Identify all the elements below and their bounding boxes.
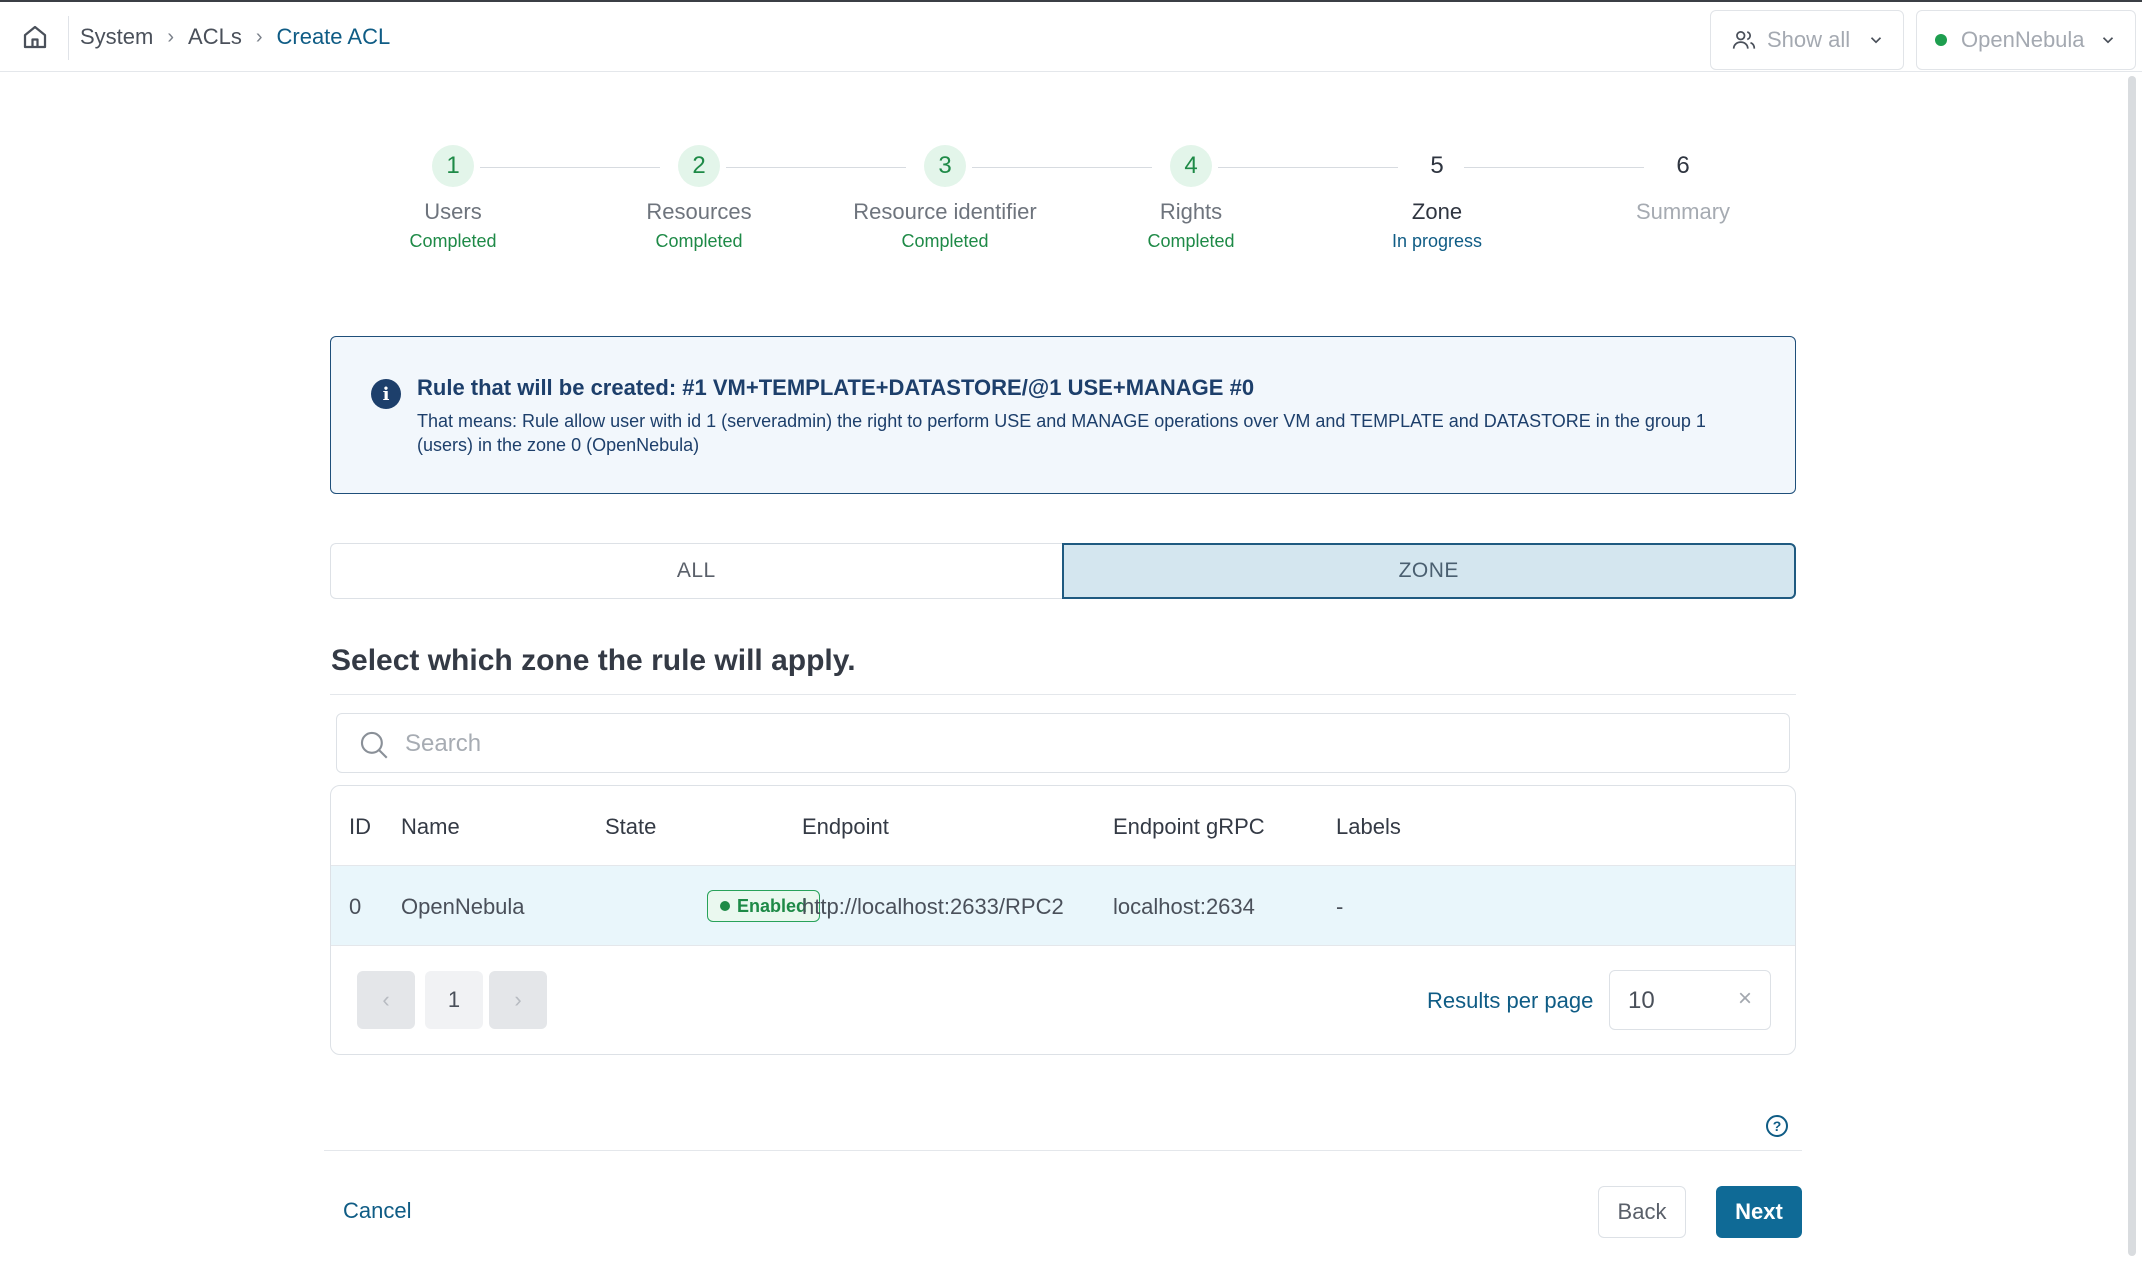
step-number: 4 — [1170, 145, 1212, 187]
zone-status-dot — [1935, 34, 1947, 46]
column-header-name[interactable]: Name — [401, 814, 460, 840]
chevron-down-icon — [1870, 37, 1882, 44]
step-number: 1 — [432, 145, 474, 187]
step-number: 5 — [1416, 145, 1458, 187]
step-title: Resource identifier — [853, 199, 1037, 224]
step-rights: 4 Rights Completed — [1068, 145, 1314, 252]
step-title: Rights — [1159, 199, 1223, 224]
home-icon[interactable] — [20, 22, 50, 52]
breadcrumb: System › ACLs › Create ACL — [80, 2, 390, 72]
rule-description: That means: Rule allow user with id 1 (s… — [417, 411, 1706, 455]
step-status: Completed — [409, 231, 497, 251]
step-title: Resources — [646, 199, 752, 224]
status-label: Enabled — [737, 895, 808, 916]
results-per-page-label: Results per page — [1427, 988, 1594, 1013]
column-header-endpoint[interactable]: Endpoint — [802, 814, 889, 840]
zones-table: ID Name State Endpoint Endpoint gRPC Lab… — [330, 785, 1796, 1055]
search-input[interactable] — [405, 724, 1765, 764]
step-title: Users — [424, 199, 482, 224]
step-number: 3 — [924, 145, 966, 187]
chevron-right-icon: › — [167, 25, 175, 48]
breadcrumb-system[interactable]: System — [80, 24, 153, 50]
status-dot — [720, 901, 730, 911]
cell-endpoint: http://localhost:2633/RPC2 — [802, 894, 1064, 919]
top-bar: System › ACLs › Create ACL Show all Open… — [0, 0, 2142, 72]
column-header-id[interactable]: ID — [349, 814, 371, 840]
rule-title: Rule that will be created: #1 VM+TEMPLAT… — [417, 375, 1255, 400]
step-resource-identifier: 3 Resource identifier Completed — [822, 145, 1068, 252]
step-status: Completed — [655, 231, 743, 251]
chevron-right-icon: › — [255, 25, 263, 48]
step-number: 6 — [1662, 145, 1704, 187]
cell-endpoint-grpc: localhost:2634 — [1113, 894, 1255, 919]
next-button[interactable]: Next — [1716, 1186, 1802, 1238]
toggle-zone[interactable]: ZONE — [1061, 543, 1796, 599]
table-row[interactable]: 0 OpenNebula Enabled http://localhost:26… — [331, 866, 1795, 946]
breadcrumb-create-acl: Create ACL — [276, 24, 391, 49]
table-header: ID Name State Endpoint Endpoint gRPC Lab… — [331, 786, 1795, 866]
cell-id: 0 — [349, 894, 362, 919]
section-heading: Select which zone the rule will apply. — [331, 644, 856, 677]
scrollbar[interactable] — [2128, 76, 2136, 1256]
cell-name: OpenNebula — [401, 894, 525, 919]
step-status: In progress — [1391, 231, 1483, 251]
zone-label: OpenNebula — [1961, 27, 2085, 52]
results-per-page-value: 10 — [1628, 987, 1655, 1014]
chevron-down-icon — [2102, 37, 2114, 44]
search-icon — [360, 731, 388, 759]
info-icon: i — [371, 379, 401, 409]
column-header-endpoint-grpc[interactable]: Endpoint gRPC — [1113, 814, 1265, 840]
divider — [330, 694, 1796, 695]
step-number: 2 — [678, 145, 720, 187]
step-status: Completed — [1147, 231, 1235, 251]
step-summary: 6 Summary — [1560, 145, 1806, 231]
help-icon[interactable]: ? — [1766, 1115, 1788, 1137]
show-all-label: Show all — [1767, 27, 1851, 52]
prev-page-button[interactable]: ‹ — [357, 971, 415, 1029]
step-status: Completed — [901, 231, 989, 251]
zone-selector[interactable]: OpenNebula — [1916, 10, 2136, 70]
toggle-all[interactable]: ALL — [330, 543, 1062, 599]
step-title: Summary — [1635, 199, 1731, 224]
zone-mode-toggle: ALL ZONE — [330, 543, 1796, 599]
page-number-button[interactable]: 1 — [425, 971, 483, 1029]
stepper: 1 Users Completed 2 Resources Completed … — [330, 145, 1810, 255]
results-per-page-select[interactable]: 10 × — [1609, 970, 1771, 1030]
show-all-button[interactable]: Show all — [1710, 10, 1904, 70]
divider — [68, 16, 69, 60]
column-header-labels[interactable]: Labels — [1336, 814, 1401, 840]
back-button[interactable]: Back — [1598, 1186, 1686, 1238]
step-resources: 2 Resources Completed — [576, 145, 822, 252]
step-users: 1 Users Completed — [330, 145, 576, 252]
cell-labels: - — [1336, 894, 1344, 919]
column-header-state[interactable]: State — [605, 814, 656, 840]
divider — [324, 1150, 1802, 1151]
step-title: Zone — [1411, 199, 1463, 224]
clear-icon[interactable]: × — [1738, 985, 1752, 1013]
breadcrumb-acls[interactable]: ACLs — [188, 24, 242, 50]
search-box — [336, 713, 1790, 773]
users-icon — [1732, 31, 1756, 49]
next-page-button[interactable]: › — [489, 971, 547, 1029]
cancel-button[interactable]: Cancel — [343, 1198, 411, 1224]
rule-info-box: i Rule that will be created: #1 VM+TEMPL… — [330, 336, 1796, 494]
step-zone: 5 Zone In progress — [1314, 145, 1560, 252]
